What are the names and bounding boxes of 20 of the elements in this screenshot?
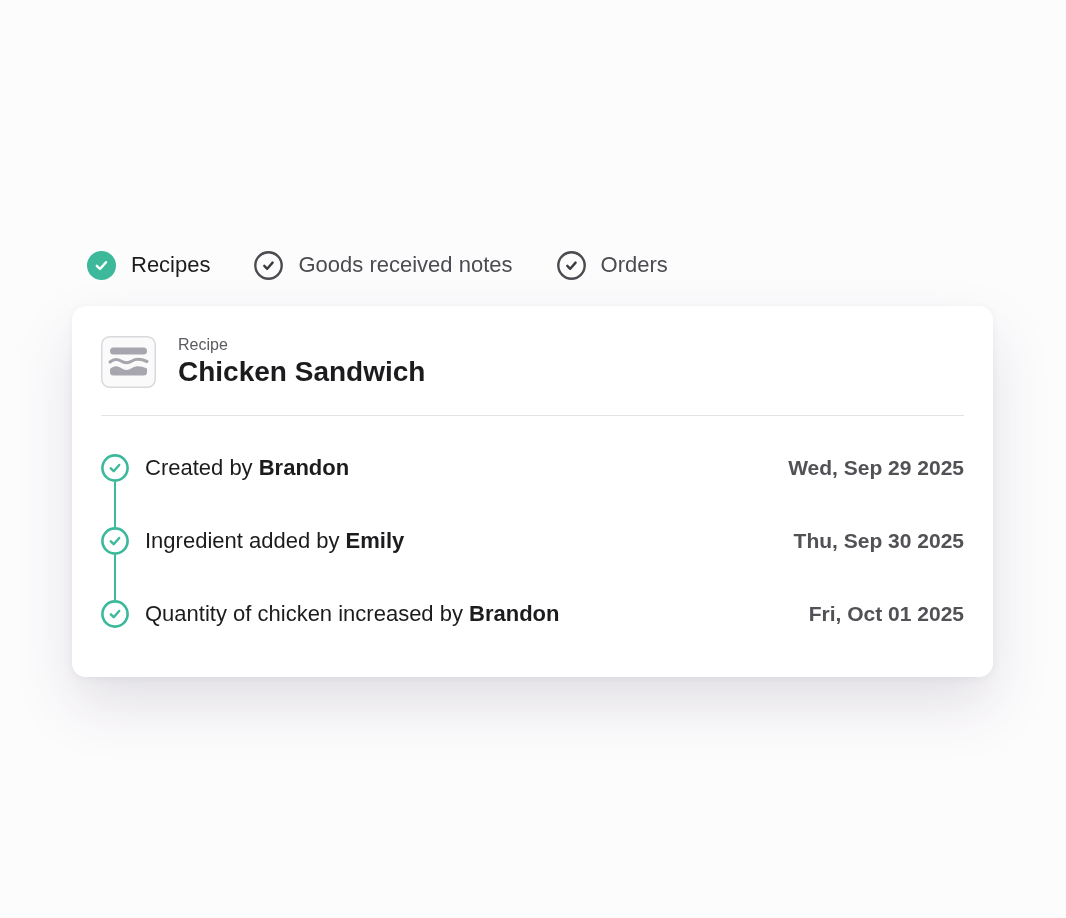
- check-circle-icon: [101, 454, 129, 482]
- check-circle-icon: [254, 250, 284, 280]
- event-text: Ingredient added by Emily: [145, 527, 406, 555]
- check-circle-icon: [556, 250, 586, 280]
- event-text: Quantity of chicken increased by Brandon: [145, 600, 561, 628]
- recipe-title: Chicken Sandwich: [178, 355, 426, 389]
- sandwich-icon: [101, 336, 156, 388]
- check-circle-icon: [101, 527, 129, 555]
- timeline-connector: [114, 482, 116, 527]
- tab[interactable]: Recipes: [87, 250, 211, 280]
- tab[interactable]: Goods received notes: [254, 250, 513, 280]
- event-date: Fri, Oct 01 2025: [808, 601, 964, 627]
- event-date: Thu, Sep 30 2025: [793, 528, 964, 554]
- check-circle-icon: [101, 600, 129, 628]
- check-circle-icon: [87, 250, 116, 280]
- event-date: Wed, Sep 29 2025: [788, 455, 964, 481]
- record-type: Recipe: [178, 335, 229, 355]
- event-text: Created by Brandon: [145, 454, 351, 482]
- timeline-connector: [114, 555, 116, 600]
- tab[interactable]: Orders: [556, 250, 668, 280]
